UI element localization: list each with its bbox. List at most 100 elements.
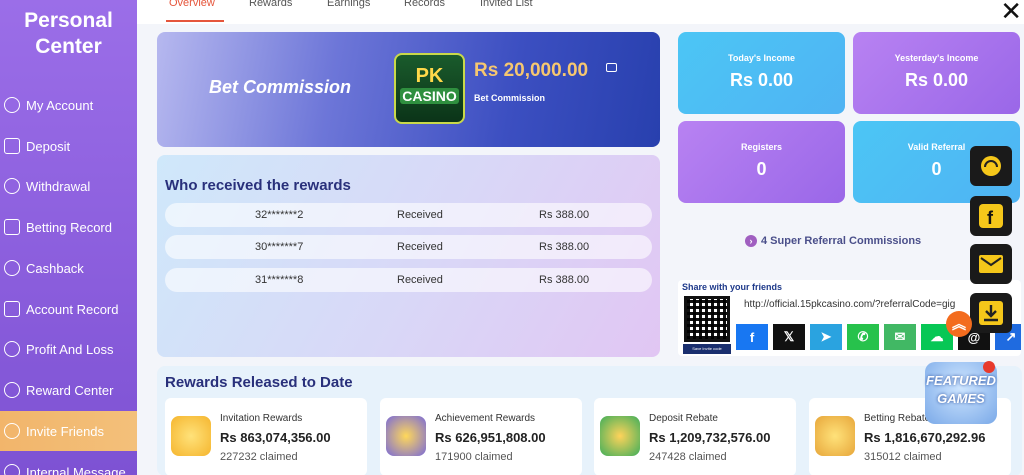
x-share-button[interactable]: 𝕏	[773, 324, 805, 350]
gear-icon	[4, 382, 20, 398]
stat-value: 0	[756, 159, 767, 179]
invite-friends-icon	[4, 423, 20, 439]
sidebar-item-label: Account Record	[26, 301, 119, 317]
reward-name: Achievement Rewards	[435, 413, 536, 424]
reward-name: Deposit Rebate	[649, 413, 718, 424]
sidebar-item-betting-record[interactable]: Betting Record	[0, 207, 137, 247]
sidebar-item-cashback[interactable]: Cashback	[0, 248, 137, 288]
share-title: Share with your friends	[682, 282, 783, 292]
sidebar-item-label: Profit And Loss	[26, 341, 114, 357]
download-icon	[979, 301, 1003, 325]
sidebar-item-label: Invite Friends	[26, 423, 105, 439]
sidebar-item-reward-center[interactable]: Reward Center	[0, 370, 137, 410]
bet-commission-amount: Rs 20,000.00	[474, 60, 589, 81]
todays-income-card: Today's Income Rs 0.00	[678, 32, 845, 114]
row-user: 30*******7	[255, 241, 304, 253]
logo-text-casino: CASINO	[400, 88, 459, 104]
record-icon	[4, 301, 20, 317]
stat-value: Rs 0.00	[729, 70, 794, 90]
sidebar-title-line1: Personal	[24, 9, 113, 32]
sidebar-item-label: Deposit	[26, 138, 71, 154]
registers-card: Registers 0	[678, 121, 845, 203]
row-status: Received	[397, 241, 443, 253]
sidebar-item-label: Cashback	[26, 260, 84, 276]
sidebar-item-label: Reward Center	[26, 382, 114, 398]
coins-icon	[815, 416, 855, 456]
sidebar-item-account-record[interactable]: Account Record	[0, 289, 137, 329]
reward-claimed: 247428 claimed	[649, 451, 727, 463]
stat-label: Yesterday's Income	[894, 53, 979, 63]
bet-commission-sublabel: Bet Commission	[474, 93, 546, 103]
message-icon	[4, 464, 20, 475]
reward-amount: Rs 1,816,670,292.96	[864, 430, 986, 445]
facebook-float-button[interactable]: f	[970, 196, 1012, 236]
main-panel: Overview Rewards Earnings Records Invite…	[137, 0, 1024, 475]
deposit-tag-icon	[4, 138, 20, 154]
tab-rewards[interactable]: Rewards	[249, 0, 292, 9]
notification-dot	[983, 361, 995, 373]
sidebar-title-line2: Center	[35, 35, 102, 58]
sms-share-button[interactable]: ✉	[884, 324, 916, 350]
tab-invited-list[interactable]: Invited List	[480, 0, 533, 9]
bet-commission-card: Bet Commission PK CASINO Rs 20,000.00 Be…	[157, 32, 660, 147]
super-referral-link[interactable]: › 4 Super Referral Commissions	[745, 235, 921, 247]
support-headset-button[interactable]	[970, 146, 1012, 186]
featured-line1: FEATURED	[926, 373, 996, 388]
sidebar-item-deposit[interactable]: Deposit	[0, 126, 137, 166]
featured-line2: GAMES	[937, 391, 985, 406]
who-received-card: Who received the rewards 32*******2 Rece…	[157, 155, 660, 357]
row-amount: Rs 388.00	[539, 241, 590, 253]
referral-url-field[interactable]: http://official.15pkcasino.com/?referral…	[744, 299, 955, 310]
sidebar-item-internal-message[interactable]: Internal Message	[0, 452, 137, 475]
row-user: 31*******8	[255, 274, 304, 286]
tab-records[interactable]: Records	[404, 0, 445, 9]
row-status: Received	[397, 274, 443, 286]
mail-icon	[979, 255, 1003, 273]
sidebar-item-invite-friends[interactable]: Invite Friends	[0, 411, 137, 451]
withdrawal-chart-icon	[4, 178, 20, 194]
document-icon	[4, 219, 20, 235]
row-status: Received	[397, 209, 443, 221]
reward-claimed: 171900 claimed	[435, 451, 513, 463]
table-row: 31*******8 Received Rs 388.00	[165, 268, 652, 292]
mail-float-button[interactable]	[970, 244, 1012, 284]
facebook-icon: f	[979, 204, 1003, 228]
who-received-title: Who received the rewards	[165, 177, 351, 194]
download-float-button[interactable]	[970, 293, 1012, 333]
yesterdays-income-card: Yesterday's Income Rs 0.00	[853, 32, 1020, 114]
reward-amount: Rs 863,074,356.00	[220, 430, 331, 445]
sidebar-item-label: Withdrawal	[26, 178, 91, 194]
pk-casino-logo: PK CASINO	[394, 53, 465, 124]
sidebar-item-withdrawal[interactable]: Withdrawal	[0, 166, 137, 206]
cashback-icon	[4, 260, 20, 276]
svg-text:f: f	[987, 208, 994, 228]
qr-caption[interactable]: Save Invite code	[683, 344, 731, 354]
user-circle-icon	[4, 97, 20, 113]
telegram-share-button[interactable]: ➤	[810, 324, 842, 350]
tab-bar: Overview Rewards Earnings Records Invite…	[137, 0, 1024, 24]
row-amount: Rs 388.00	[539, 274, 590, 286]
scroll-top-button[interactable]: ︽	[946, 311, 972, 337]
sidebar-item-profit-and-loss[interactable]: Profit And Loss	[0, 329, 137, 369]
reward-claimed: 315012 claimed	[864, 451, 942, 463]
sidebar-item-label: Betting Record	[26, 219, 112, 235]
facebook-share-button[interactable]: f	[736, 324, 768, 350]
medal-icon	[386, 416, 426, 456]
sidebar-item-my-account[interactable]: My Account	[0, 85, 137, 125]
invitation-rewards-card: Invitation Rewards Rs 863,074,356.00 227…	[165, 398, 367, 475]
sidebar: Personal Center My Account Deposit Withd…	[0, 0, 137, 475]
profit-icon	[4, 341, 20, 357]
tab-earnings[interactable]: Earnings	[327, 0, 370, 9]
whatsapp-share-button[interactable]: ✆	[847, 324, 879, 350]
row-amount: Rs 388.00	[539, 209, 590, 221]
row-user: 32*******2	[255, 209, 304, 221]
reward-name: Betting Rebate	[864, 413, 931, 424]
tab-overview[interactable]: Overview	[169, 0, 215, 9]
rewards-released-title: Rewards Released to Date	[165, 374, 353, 391]
table-row: 32*******2 Received Rs 388.00	[165, 203, 652, 227]
reward-amount: Rs 626,951,808.00	[435, 430, 546, 445]
super-referral-label: 4 Super Referral Commissions	[761, 235, 922, 247]
message-bubble-icon[interactable]	[606, 63, 617, 72]
close-icon[interactable]: ✕	[1000, 0, 1022, 24]
chevron-right-icon: ›	[745, 235, 757, 247]
